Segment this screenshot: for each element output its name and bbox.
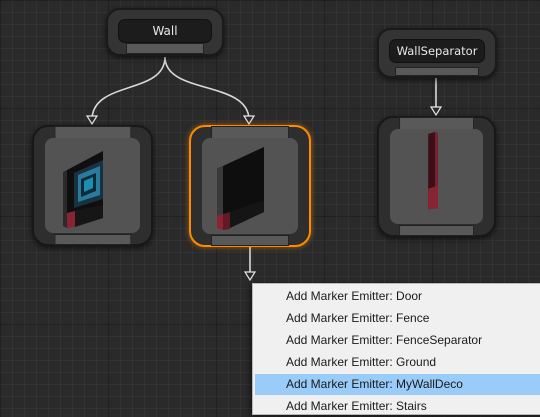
wall-marker-node[interactable]: Wall <box>106 8 224 56</box>
wall-separator-pillar-mesh-icon <box>428 131 438 210</box>
visual-node-wall-separator[interactable] <box>377 116 496 237</box>
link-wall-to-visual-2 <box>164 56 250 121</box>
menu-item-ground[interactable]: Add Marker Emitter: Ground <box>255 352 540 373</box>
menu-item-door[interactable]: Add Marker Emitter: Door <box>255 286 540 307</box>
wall-separator-marker-node[interactable]: WallSeparator <box>377 28 497 78</box>
visual-node-wall-window[interactable] <box>32 125 153 246</box>
visual-node-wall-selected[interactable] <box>189 125 311 247</box>
visual-node-output-pin[interactable] <box>53 234 132 245</box>
visual-node-thumbnail <box>390 129 483 224</box>
wall-separator-output-pin[interactable] <box>395 67 479 76</box>
visual-node-thumbnail <box>202 138 298 234</box>
link-wall-to-visual-1 <box>91 56 166 121</box>
arrow-head <box>429 106 443 117</box>
wall-window-mesh-icon <box>63 151 103 228</box>
visual-node-output-pin[interactable] <box>211 235 289 246</box>
graph-canvas[interactable]: Wall WallSeparator Add Marker Emitter: D… <box>0 0 540 415</box>
arrow-head <box>243 271 257 282</box>
wall-marker-label: Wall <box>118 19 212 43</box>
visual-node-thumbnail <box>45 138 140 233</box>
add-marker-context-menu: Add Marker Emitter: Door Add Marker Emit… <box>252 283 540 415</box>
wall-separator-marker-label: WallSeparator <box>389 39 485 63</box>
menu-item-stairs[interactable]: Add Marker Emitter: Stairs <box>255 396 540 417</box>
arrow-head <box>85 115 99 126</box>
visual-node-output-pin[interactable] <box>398 225 475 236</box>
arrow-head <box>242 115 256 126</box>
wall-mesh-icon <box>217 147 264 230</box>
wall-marker-output-pin[interactable] <box>126 43 204 54</box>
menu-item-mywalldeco[interactable]: Add Marker Emitter: MyWallDeco <box>255 374 540 395</box>
menu-item-fence-separator[interactable]: Add Marker Emitter: FenceSeparator <box>255 330 540 351</box>
menu-item-fence[interactable]: Add Marker Emitter: Fence <box>255 308 540 329</box>
